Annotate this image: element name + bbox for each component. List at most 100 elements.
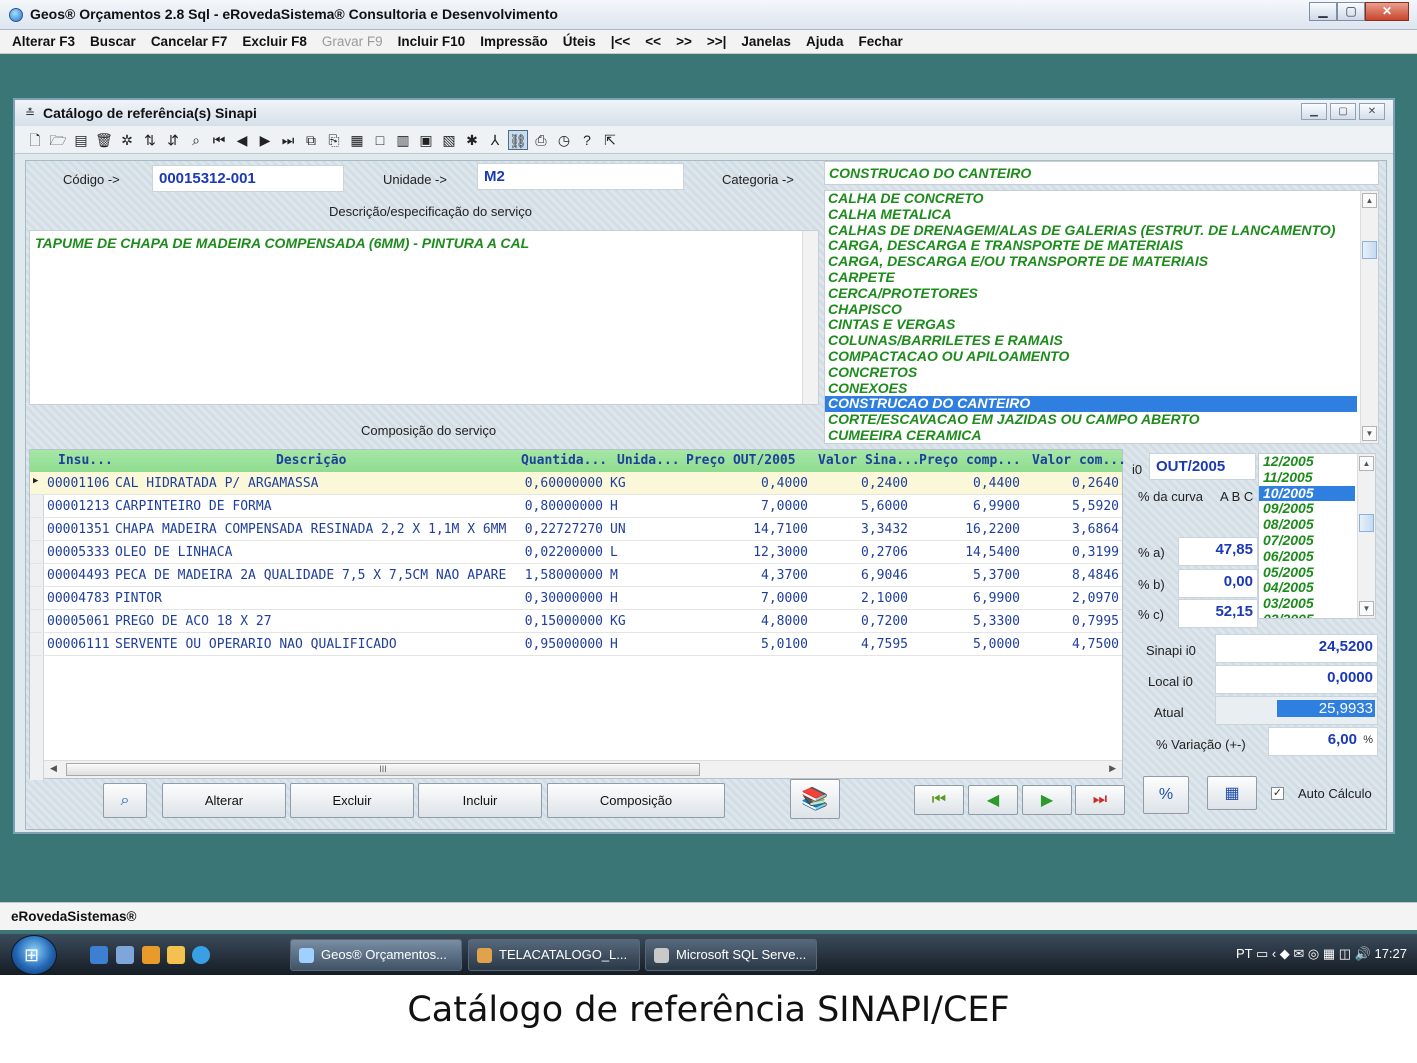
new-icon[interactable]: 🗋	[25, 130, 45, 150]
mes-scroll-thumb[interactable]	[1359, 514, 1374, 532]
nav-prev-button[interactable]: ◀	[968, 785, 1018, 815]
minimize-button[interactable]: ▁	[1309, 2, 1337, 21]
mes-item[interactable]: 05/2005	[1259, 564, 1355, 581]
media-icon[interactable]	[142, 946, 160, 964]
alterar-button[interactable]: Alterar	[162, 783, 286, 818]
categoria-item[interactable]: CHAPISCO	[825, 302, 1357, 318]
c-field[interactable]: 52,15	[1178, 599, 1258, 628]
descricao-textarea[interactable]: TAPUME DE CHAPA DE MADEIRA COMPENSADA (6…	[29, 230, 819, 405]
maximize-button[interactable]: ▢	[1337, 2, 1365, 21]
categoria-item[interactable]: CONCRETOS	[825, 365, 1357, 381]
categoria-item[interactable]: CALHAS DE DRENAGEM/ALAS DE GALERIAS (EST…	[825, 223, 1357, 239]
mes-scrollbar[interactable]: ▲ ▼	[1357, 454, 1375, 618]
task-telacatalogo[interactable]: TELACATALOGO_L...	[468, 939, 640, 971]
categoria-item[interactable]: CERCA/PROTETORES	[825, 286, 1357, 302]
scroll-thumb[interactable]	[1362, 241, 1377, 259]
variacao-field[interactable]: 6,00 %	[1268, 727, 1378, 756]
categoria-item[interactable]: CUMEEIRA CERAMICA	[825, 428, 1357, 443]
table-row[interactable]: 00005333 OLEO DE LINHACA 0,02200000 L 12,300…	[30, 541, 1122, 564]
table-row[interactable]: 00005061 PREGO DE ACO 18 X 27 0,15000000 KG…	[30, 610, 1122, 633]
sparkle-icon[interactable]: ✲	[117, 130, 137, 150]
sort-desc-icon[interactable]: ⇵	[163, 130, 183, 150]
books-button[interactable]: 📚	[790, 779, 840, 819]
categoria-item[interactable]: CARPETE	[825, 270, 1357, 286]
square-icon[interactable]: □	[370, 130, 390, 150]
menu-buscar[interactable]: Buscar	[90, 34, 136, 49]
mes-item[interactable]: 11/2005	[1259, 469, 1355, 486]
categoria-list[interactable]: CALHA DE CONCRETO CALHA METALICA CALHAS DE…	[824, 190, 1379, 444]
child-minimize-button[interactable]: ▁	[1301, 103, 1327, 120]
categoria-item[interactable]: COMPACTACAO OU APILOAMENTO	[825, 349, 1357, 365]
table-row[interactable]: 00001213 CARPINTEIRO DE FORMA 0,80000000 H 7…	[30, 495, 1122, 518]
scroll-up-icon[interactable]: ▲	[1362, 193, 1377, 208]
folder-icon[interactable]: ▤	[71, 130, 91, 150]
tree-icon[interactable]: ⅄	[485, 130, 505, 150]
categoria-item[interactable]: CONSTRUCAO DO CANTEIRO	[825, 396, 1357, 413]
search-button[interactable]: ⌕	[103, 783, 147, 818]
col-preco[interactable]: Preço OUT/2005	[686, 453, 796, 468]
mes-item[interactable]: 03/2005	[1259, 595, 1355, 612]
task-geos[interactable]: Geos® Orçamentos...	[290, 939, 462, 971]
paste-icon[interactable]: ⎘	[324, 130, 344, 150]
col-insumo[interactable]: Insu...	[58, 453, 113, 468]
search-icon[interactable]: ⌕	[186, 130, 206, 150]
table-row[interactable]: 00001351 CHAPA MADEIRA COMPENSADA RESINAD…	[30, 518, 1122, 541]
col-valor-sinapi[interactable]: Valor Sina...	[818, 453, 920, 468]
nav-first-button[interactable]: ⏮	[914, 785, 964, 815]
table-row[interactable]: 00004783 PINTOR 0,30000000 H 7,0000 2,1000 6,9…	[30, 587, 1122, 610]
menu-ajuda[interactable]: Ajuda	[806, 34, 844, 49]
mes-item[interactable]: 07/2005	[1259, 532, 1355, 549]
next-icon[interactable]: ▶	[255, 130, 275, 150]
mes-item[interactable]: 08/2005	[1259, 516, 1355, 533]
unidade-field[interactable]: M2	[477, 163, 684, 190]
grid-icon[interactable]: ▦	[347, 130, 367, 150]
categoria-item[interactable]: COLUNAS/BARRILETES E RAMAIS	[825, 333, 1357, 349]
filter-icon[interactable]: ✱	[462, 130, 482, 150]
percent-button[interactable]: %	[1143, 776, 1189, 814]
mes-item[interactable]: 06/2005	[1259, 548, 1355, 565]
show-desktop-icon[interactable]	[90, 946, 108, 964]
exit-icon[interactable]: ⇱	[600, 130, 620, 150]
sort-asc-icon[interactable]: ⇅	[140, 130, 160, 150]
start-button[interactable]: ⊞	[11, 935, 57, 975]
col-preco-comp[interactable]: Preço comp...	[919, 453, 1021, 468]
prev-icon[interactable]: ◀	[232, 130, 252, 150]
col-quantidade[interactable]: Quantida...	[521, 453, 607, 468]
categoria-item[interactable]: CINTAS E VERGAS	[825, 317, 1357, 333]
categoria-item[interactable]: CARGA, DESCARGA E TRANSPORTE DE MATERIAI…	[825, 238, 1357, 254]
menu-fechar[interactable]: Fechar	[858, 34, 902, 49]
auto-calculo-checkbox[interactable]: ✓	[1271, 787, 1284, 800]
calendar-icon[interactable]: ▧	[439, 130, 459, 150]
mes-scroll-down-icon[interactable]: ▼	[1359, 601, 1374, 616]
categoria-item[interactable]: CARGA, DESCARGA E/OU TRANSPORTE DE MATER…	[825, 254, 1357, 270]
i0-field[interactable]: OUT/2005	[1149, 453, 1256, 480]
system-tray[interactable]: PT ▭ ‹ ◆ ✉ ◎ ▦ ◫ 🔊 17:27	[1236, 946, 1407, 962]
close-button[interactable]: ✕	[1365, 2, 1409, 21]
window-switch-icon[interactable]	[116, 946, 134, 964]
a-field[interactable]: 47,85	[1178, 537, 1258, 566]
codigo-field[interactable]: 00015312-001	[152, 165, 344, 192]
scroll-right-icon[interactable]: ▶	[1109, 763, 1116, 774]
excluir-button[interactable]: Excluir	[290, 783, 414, 818]
categoria-scrollbar[interactable]: ▲ ▼	[1360, 191, 1378, 443]
menu-uteis[interactable]: Úteis	[563, 34, 596, 49]
nav-last-button[interactable]: ⏭	[1075, 785, 1125, 815]
clock-icon[interactable]: ◷	[554, 130, 574, 150]
menu-prev[interactable]: <<	[645, 34, 661, 49]
nav-next-button[interactable]: ▶	[1022, 785, 1072, 815]
menu-alterar[interactable]: Alterar F3	[12, 34, 75, 49]
calc-icon[interactable]: ▣	[416, 130, 436, 150]
mes-item[interactable]: 09/2005	[1259, 501, 1355, 517]
menu-cancelar[interactable]: Cancelar F7	[151, 34, 228, 49]
task-sqlserver[interactable]: Microsoft SQL Serve...	[645, 939, 817, 971]
mes-item[interactable]: 02/2005	[1259, 611, 1355, 618]
print-icon[interactable]: ⎙	[531, 130, 551, 150]
col-descricao[interactable]: Descrição	[276, 453, 346, 468]
categoria-item[interactable]: CONEXOES	[825, 381, 1357, 397]
menu-excluir[interactable]: Excluir F8	[242, 34, 307, 49]
hscroll-thumb[interactable]: III	[66, 763, 700, 776]
mes-item[interactable]: 12/2005	[1259, 454, 1355, 470]
categoria-item[interactable]: CALHA METALICA	[825, 207, 1357, 223]
mes-item[interactable]: 10/2005	[1259, 485, 1355, 502]
composicao-button[interactable]: Composição	[547, 783, 725, 818]
